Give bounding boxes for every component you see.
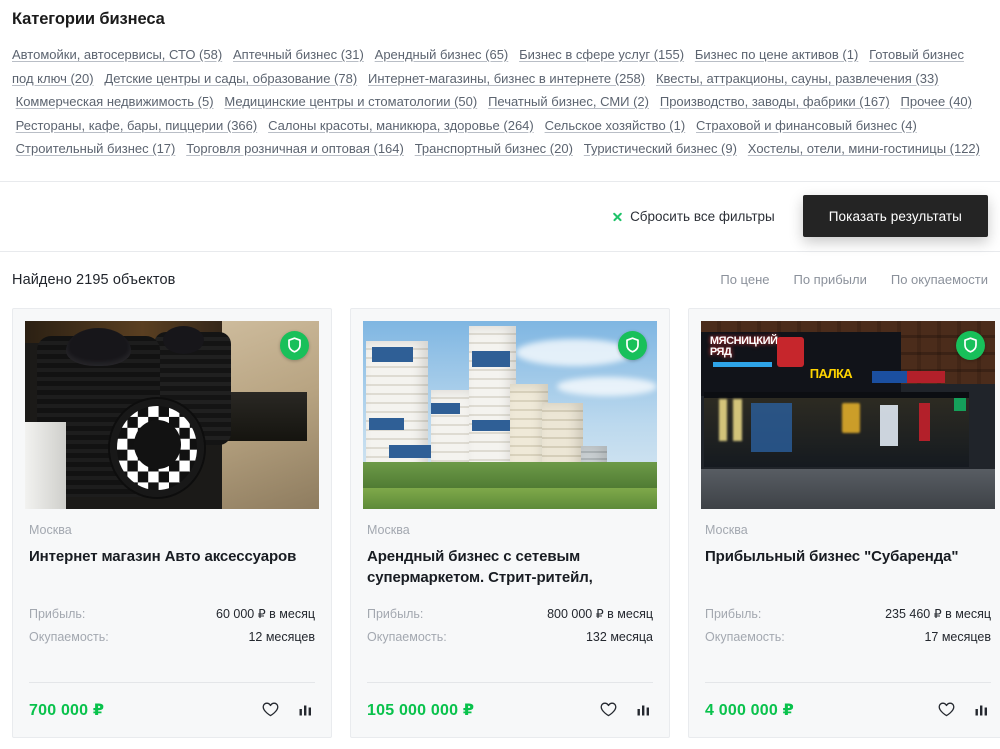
listing-card-footer: 4 000 000 ₽ [705,683,991,737]
payback-value: 17 месяцев [924,629,991,644]
listing-city: Москва [705,522,748,537]
category-link[interactable]: Сельское хозяйство (1) [545,118,686,133]
results-count: Найдено 2195 объектов [12,271,176,288]
listing-card-actions [937,701,991,719]
listing-card-footer: 105 000 000 ₽ [367,683,653,737]
bar-chart-icon[interactable] [973,701,991,719]
category-link[interactable]: Автомойки, автосервисы, СТО (58) [12,47,222,62]
listing-price: 4 000 000 ₽ [705,701,794,719]
shield-icon [626,337,639,353]
street-retail-image: МЯСНИЦКИЙ РЯД ПАЛКА [701,320,995,509]
heart-icon[interactable] [261,701,279,719]
category-link[interactable]: Туристический бизнес (9) [584,141,737,156]
listing-title: Интернет магазин Авто аксессуаров [29,547,297,565]
car-interior-image [25,320,319,509]
shield-icon [964,337,977,353]
sort-by-payback[interactable]: По окупаемости [891,272,988,287]
category-link[interactable]: Производство, заводы, фабрики (167) [660,94,890,109]
heart-icon[interactable] [937,701,955,719]
category-link[interactable]: Рестораны, кафе, бары, пиццерии (366) [16,118,258,133]
shield-icon [288,337,301,353]
listing-card-footer-wrap: 4 000 000 ₽ [689,674,1000,737]
profit-value: 60 000 ₽ в месяц [216,606,315,621]
verified-badge [956,330,985,360]
listing-photo: МЯСНИЦКИЙ РЯД ПАЛКА [701,320,995,509]
category-link[interactable]: Страховой и финансовый бизнес (4) [696,118,917,133]
payback-label: Окупаемость: [29,629,109,644]
listing-price: 105 000 000 ₽ [367,701,475,719]
listing-card-body: Москва Интернет магазин Авто аксессуаров… [13,509,331,674]
category-link[interactable]: Арендный бизнес (65) [375,47,509,62]
category-link[interactable]: Бизнес по цене активов (1) [695,47,858,62]
listing-title: Прибыльный бизнес "Субаренда" [705,547,959,565]
listing-card-footer: 700 000 ₽ [29,683,315,737]
category-link[interactable]: Печатный бизнес, СМИ (2) [488,94,649,109]
results-bar-container: Найдено 2195 объектов По цене По прибыли… [0,250,1000,308]
payback-value: 12 месяцев [248,629,315,644]
listing-payback-row: Окупаемость: 12 месяцев [29,630,315,644]
listing-payback-row: Окупаемость: 17 месяцев [705,630,991,644]
listing-profit-row: Прибыль: 235 460 ₽ в месяц [705,606,991,621]
close-x-icon [612,211,623,222]
category-link-list: Автомойки, автосервисы, СТО (58) Аптечны… [12,43,988,161]
profit-label: Прибыль: [29,606,86,621]
category-link[interactable]: Хостелы, отели, мини-гостиницы (122) [748,141,980,156]
category-link[interactable]: Торговля розничная и оптовая (164) [186,141,404,156]
category-link[interactable]: Медицинские центры и стоматологии (50) [224,94,477,109]
listing-card-actions [599,701,653,719]
category-link[interactable]: Интернет-магазины, бизнес в интернете (2… [368,71,645,86]
category-link[interactable]: Аптечный бизнес (31) [233,47,364,62]
category-link[interactable]: Детские центры и сады, образование (78) [104,71,357,86]
listing-city: Москва [29,522,72,537]
category-link[interactable]: Коммерческая недвижимость (5) [16,94,214,109]
bar-chart-icon[interactable] [635,701,653,719]
listing-price: 700 000 ₽ [29,701,105,719]
listing-card[interactable]: Москва Арендный бизнес с сетевым суперма… [350,307,670,738]
sort-by-price[interactable]: По цене [720,272,769,287]
profit-value: 800 000 ₽ в месяц [547,606,653,621]
category-link[interactable]: Квесты, аттракционы, сауны, развлечения … [656,71,939,86]
business-categories-section: Категории бизнеса Автомойки, автосервисы… [0,0,1000,161]
payback-label: Окупаемость: [367,629,447,644]
payback-label: Окупаемость: [705,629,785,644]
bar-chart-icon[interactable] [297,701,315,719]
category-link[interactable]: Бизнес в сфере услуг (155) [519,47,684,62]
heart-icon[interactable] [599,701,617,719]
reset-filters-label: Сбросить все фильтры [630,208,775,224]
listing-card-body: Москва Прибыльный бизнес "Субаренда" При… [689,509,1000,674]
sort-options: По цене По прибыли По окупаемости [720,272,988,287]
category-link[interactable]: Прочее (40) [901,94,972,109]
listing-profit-row: Прибыль: 60 000 ₽ в месяц [29,606,315,621]
listing-title: Арендный бизнес с сетевым супермаркетом.… [367,547,593,586]
page-root: Категории бизнеса Автомойки, автосервисы… [0,0,1000,749]
residential-buildings-image [363,320,657,509]
category-link[interactable]: Транспортный бизнес (20) [415,141,573,156]
listing-photo [25,320,319,509]
listing-cards-grid: Москва Интернет магазин Авто аксессуаров… [0,307,1000,738]
profit-label: Прибыль: [705,606,762,621]
listing-card[interactable]: МЯСНИЦКИЙ РЯД ПАЛКА Москва Прибыльный би… [688,307,1000,738]
payback-value: 132 месяца [585,629,653,644]
category-link[interactable]: Строительный бизнес (17) [16,141,176,156]
filter-actions-row: Сбросить все фильтры Показать результаты [0,182,1000,251]
listing-city: Москва [367,522,410,537]
listing-payback-row: Окупаемость: 132 месяца [367,630,653,644]
listing-profit-row: Прибыль: 800 000 ₽ в месяц [367,606,653,621]
page-title: Категории бизнеса [12,10,165,28]
results-bar: Найдено 2195 объектов По цене По прибыли… [0,252,1000,308]
sort-by-profit[interactable]: По прибыли [794,272,867,287]
show-results-button[interactable]: Показать результаты [802,195,988,237]
category-link[interactable]: Салоны красоты, маникюра, здоровье (264) [268,118,534,133]
listing-card[interactable]: Москва Интернет магазин Авто аксессуаров… [12,307,332,738]
listing-photo [363,320,657,509]
verified-badge [280,330,309,360]
listing-card-body: Москва Арендный бизнес с сетевым суперма… [351,509,669,674]
listing-card-footer-wrap: 105 000 000 ₽ [351,674,669,737]
listing-card-footer-wrap: 700 000 ₽ [13,674,331,737]
verified-badge [618,330,647,360]
profit-value: 235 460 ₽ в месяц [885,606,991,621]
reset-filters-button[interactable]: Сбросить все фильтры [612,209,775,224]
profit-label: Прибыль: [367,606,424,621]
listing-card-actions [261,701,315,719]
